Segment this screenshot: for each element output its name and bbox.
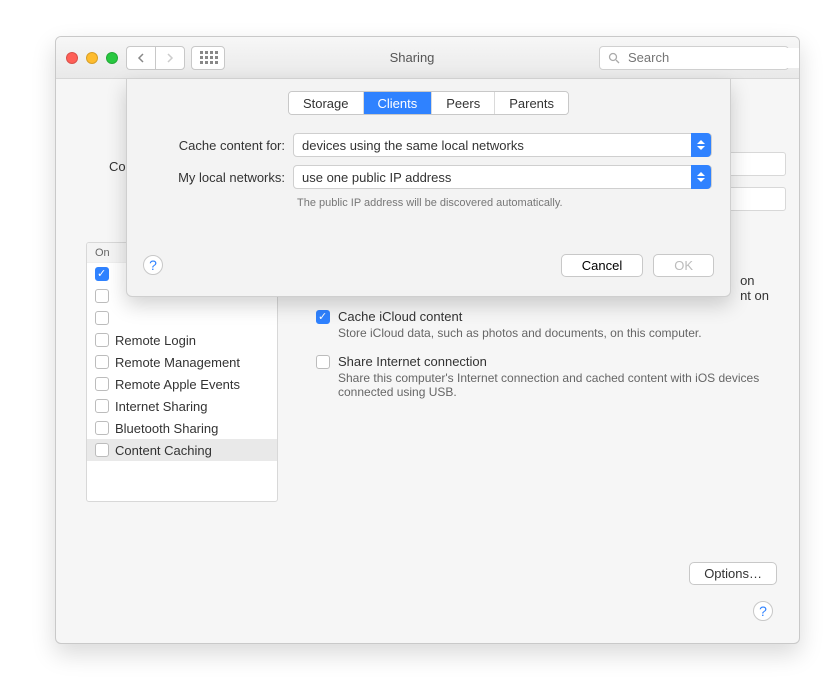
cache-icloud-option[interactable]: Cache iCloud content Store iCloud data, … [316, 309, 769, 340]
chevron-updown-icon [691, 165, 711, 189]
search-icon [608, 52, 620, 64]
content-area: Co On Remote Login Remote Management Remot… [56, 79, 799, 643]
cancel-button[interactable]: Cancel [561, 254, 643, 277]
cache-icloud-checkbox[interactable] [316, 310, 330, 324]
service-checkbox[interactable] [95, 421, 109, 435]
help-button[interactable]: ? [753, 601, 773, 621]
service-row[interactable]: Remote Apple Events [87, 373, 277, 395]
service-row[interactable]: Remote Login [87, 329, 277, 351]
tab-parents[interactable]: Parents [495, 92, 568, 114]
cache-for-label: Cache content for: [145, 138, 285, 153]
forward-button[interactable] [155, 46, 185, 70]
service-checkbox[interactable] [95, 289, 109, 303]
networks-label: My local networks: [145, 170, 285, 185]
tab-peers[interactable]: Peers [432, 92, 495, 114]
close-icon[interactable] [66, 52, 78, 64]
tab-clients[interactable]: Clients [364, 92, 433, 114]
service-checkbox[interactable] [95, 333, 109, 347]
networks-select[interactable]: use one public IP address [293, 165, 712, 189]
service-checkbox[interactable] [95, 377, 109, 391]
service-label: Remote Login [115, 333, 196, 348]
cache-for-select[interactable]: devices using the same local networks [293, 133, 712, 157]
share-internet-title: Share Internet connection [338, 354, 768, 369]
service-checkbox[interactable] [95, 311, 109, 325]
share-internet-checkbox[interactable] [316, 355, 330, 369]
options-button[interactable]: Options… [689, 562, 777, 585]
ok-button[interactable]: OK [653, 254, 714, 277]
service-row[interactable]: Remote Management [87, 351, 277, 373]
service-row[interactable] [87, 307, 277, 329]
grid-icon [200, 51, 216, 65]
networks-value: use one public IP address [302, 170, 451, 185]
service-label: Remote Apple Events [115, 377, 240, 392]
cache-icloud-desc: Store iCloud data, such as photos and do… [338, 326, 702, 340]
service-row[interactable]: Bluetooth Sharing [87, 417, 277, 439]
service-checkbox[interactable] [95, 267, 109, 281]
titlebar: Sharing [56, 37, 799, 79]
service-row[interactable]: Internet Sharing [87, 395, 277, 417]
trailing-text: on nt on [740, 273, 769, 303]
service-checkbox[interactable] [95, 399, 109, 413]
share-internet-desc: Share this computer's Internet connectio… [338, 371, 768, 399]
share-internet-option[interactable]: Share Internet connection Share this com… [316, 354, 769, 399]
service-checkbox[interactable] [95, 443, 109, 457]
service-checkbox[interactable] [95, 355, 109, 369]
sheet-help-button[interactable]: ? [143, 255, 163, 275]
service-label: Internet Sharing [115, 399, 208, 414]
service-label: Remote Management [115, 355, 240, 370]
chevron-updown-icon [691, 133, 711, 157]
minimize-icon[interactable] [86, 52, 98, 64]
preferences-window: Sharing Co On Remote Login Remote Managem… [55, 36, 800, 644]
nav-buttons [126, 46, 185, 70]
service-label: Content Caching [115, 443, 212, 458]
zoom-icon[interactable] [106, 52, 118, 64]
options-sheet: StorageClientsPeersParents Cache content… [126, 79, 731, 297]
cache-for-value: devices using the same local networks [302, 138, 524, 153]
back-button[interactable] [126, 46, 155, 70]
search-field[interactable] [599, 46, 789, 70]
cache-icloud-title: Cache iCloud content [338, 309, 702, 324]
service-row[interactable]: Content Caching [87, 439, 277, 461]
networks-hint: The public IP address will be discovered… [297, 197, 712, 209]
on-column-header: On [95, 247, 125, 259]
window-controls [66, 52, 118, 64]
tab-storage[interactable]: Storage [289, 92, 364, 114]
show-all-button[interactable] [191, 46, 225, 70]
search-input[interactable] [626, 48, 800, 68]
service-label: Bluetooth Sharing [115, 421, 218, 436]
content-caching-options: on nt on Cache iCloud content Store iClo… [316, 309, 769, 413]
sheet-tabs: StorageClientsPeersParents [288, 91, 569, 115]
window-title: Sharing [225, 50, 599, 65]
computer-name-label-fragment: Co [109, 159, 126, 174]
